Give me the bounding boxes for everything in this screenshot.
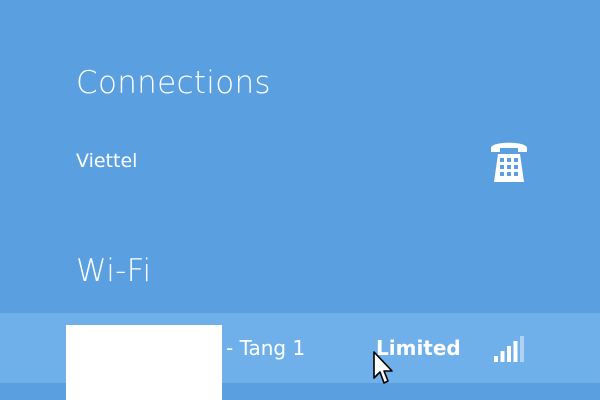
redacted-network-name — [66, 325, 222, 400]
signal-bar — [500, 351, 505, 362]
network-flyout-panel: Connections Viettel Wi-Fi - Tang 1 Limit… — [0, 0, 600, 400]
wifi-heading: Wi-Fi — [76, 253, 152, 289]
connections-heading: Connections — [76, 65, 271, 101]
signal-bar — [507, 346, 511, 362]
phone-icon — [491, 142, 527, 182]
mouse-cursor-icon — [373, 351, 393, 384]
signal-bar — [513, 341, 518, 362]
wifi-signal-icon — [494, 336, 524, 362]
mobile-connection-name: Viettel — [76, 150, 138, 172]
signal-bar — [494, 356, 498, 362]
wifi-network-name: - Tang 1 — [226, 336, 306, 360]
signal-bar — [520, 336, 524, 362]
